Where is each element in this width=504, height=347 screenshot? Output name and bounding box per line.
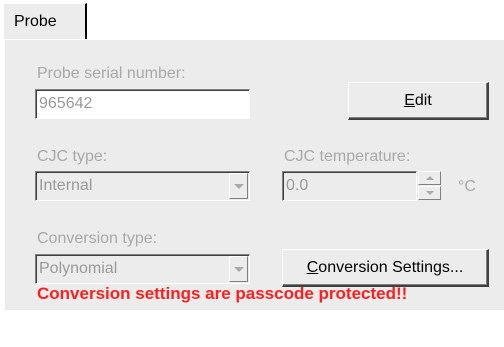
conversion-settings-mnemonic: C	[306, 258, 319, 276]
edit-button[interactable]: Edit	[348, 82, 489, 120]
conversion-settings-button[interactable]: Conversion Settings...	[282, 249, 489, 287]
cjc-temperature-unit: °C	[458, 178, 476, 195]
panel-footer-area	[0, 310, 504, 347]
cjc-temperature-field[interactable]: 0.0	[282, 171, 417, 201]
spin-up-icon[interactable]	[418, 171, 441, 185]
conversion-type-value: Polynomial	[39, 260, 118, 277]
edit-button-label: dit	[414, 91, 432, 109]
chevron-down-icon[interactable]	[229, 173, 248, 199]
cjc-temperature-label: CJC temperature:	[284, 148, 411, 165]
edit-button-mnemonic: E	[404, 91, 415, 109]
conversion-type-label: Conversion type:	[37, 230, 158, 247]
probe-serial-label: Probe serial number:	[37, 65, 186, 82]
passcode-warning: Conversion settings are passcode protect…	[37, 284, 408, 303]
tab-probe-label: Probe	[14, 13, 57, 30]
cjc-type-label: CJC type:	[37, 148, 108, 165]
tab-strip: Probe	[0, 0, 504, 40]
tab-probe[interactable]: Probe	[3, 3, 87, 40]
cjc-type-select[interactable]: Internal	[35, 171, 250, 201]
chevron-down-icon[interactable]	[229, 256, 248, 282]
probe-serial-field[interactable]: 965642	[35, 89, 250, 119]
cjc-type-value: Internal	[39, 177, 93, 194]
conversion-type-select[interactable]: Polynomial	[35, 254, 250, 284]
spin-down-icon[interactable]	[418, 186, 441, 200]
conversion-settings-label: onversion Settings...	[318, 258, 464, 276]
